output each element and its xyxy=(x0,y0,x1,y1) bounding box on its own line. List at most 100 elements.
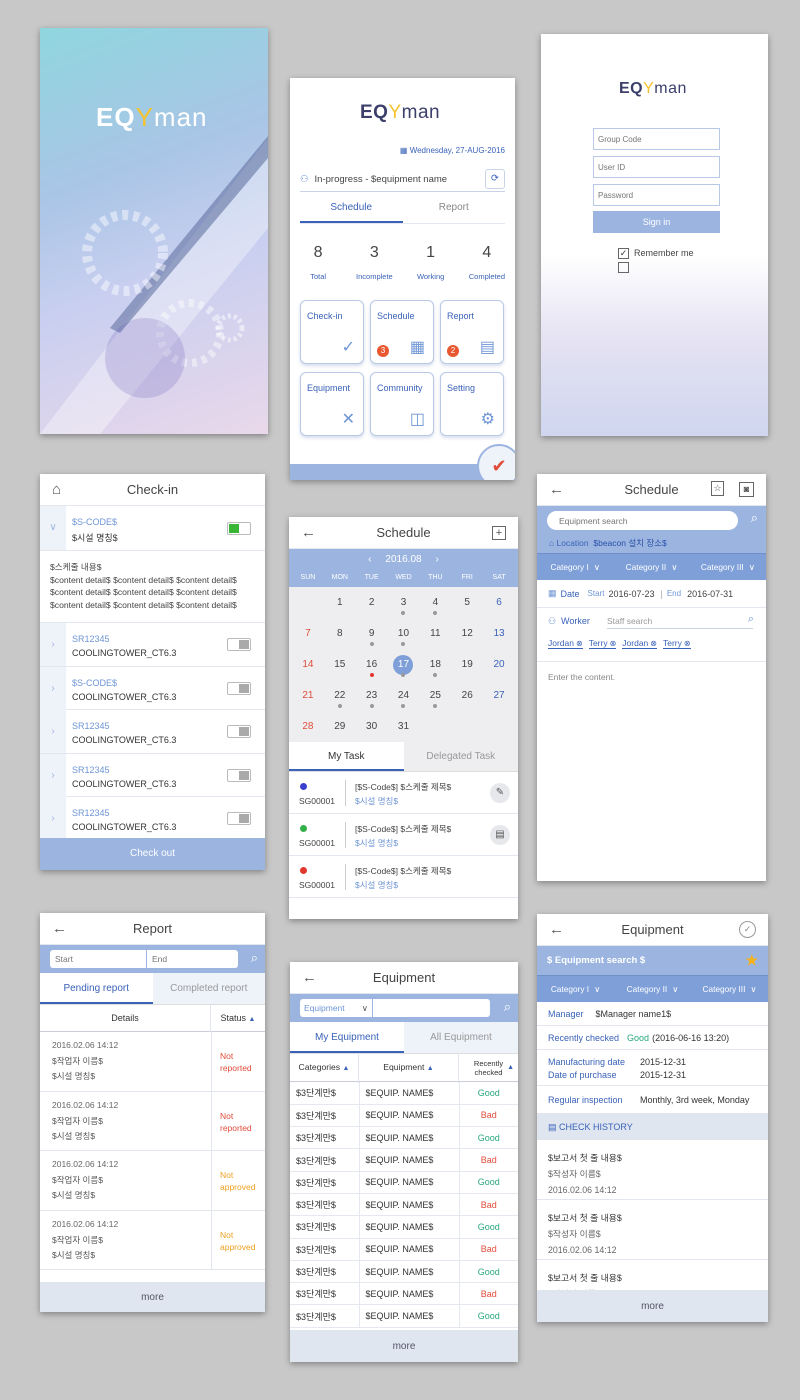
tile-schedule[interactable]: Schedule ▦ 3 xyxy=(370,300,434,364)
calendar-day[interactable]: 14 xyxy=(292,649,324,680)
more-button[interactable]: more xyxy=(40,1282,265,1312)
table-row[interactable]: $3단계만$ $EQUIP. NAME$ Good xyxy=(290,1215,518,1239)
worker-chip[interactable]: Terry ⊗ xyxy=(663,638,691,649)
staff-search-input[interactable]: Staff search xyxy=(607,616,753,629)
calendar-day[interactable]: 28 xyxy=(292,711,324,742)
camera-icon[interactable]: ◙ xyxy=(739,482,754,497)
tab-report[interactable]: Report xyxy=(403,202,506,223)
task-item[interactable]: SG00001 [$S-Code$] $스케줄 제목$ $시설 명칭$ ✎ xyxy=(289,772,518,814)
calendar-day[interactable]: 17 xyxy=(388,649,420,680)
table-row[interactable]: $3단계만$ $EQUIP. NAME$ Good xyxy=(290,1126,518,1150)
checkin-toggle-on[interactable] xyxy=(227,522,251,535)
checkin-list-item[interactable]: › SR12345 COOLINGTOWER_CT6.3 xyxy=(40,753,265,797)
remove-icon[interactable]: ⊗ xyxy=(650,639,657,648)
calendar-day[interactable]: 11 xyxy=(419,618,451,649)
calendar-day[interactable]: 16 xyxy=(356,649,388,680)
checkin-list-item[interactable]: › SR12345 COOLINGTOWER_CT6.3 xyxy=(40,710,265,754)
calendar-day[interactable]: 12 xyxy=(451,618,483,649)
calendar-day[interactable]: 29 xyxy=(324,711,356,742)
calendar-day[interactable]: 4 xyxy=(419,587,451,618)
table-row[interactable]: $3단계만$ $EQUIP. NAME$ Bad xyxy=(290,1104,518,1128)
table-row[interactable]: $3단계만$ $EQUIP. NAME$ Good xyxy=(290,1304,518,1328)
group-code-input[interactable] xyxy=(593,128,720,150)
calendar-day[interactable]: 7 xyxy=(292,618,324,649)
back-arrow-icon[interactable]: ← xyxy=(549,921,564,938)
check-circle-icon[interactable]: ✓ xyxy=(739,921,756,938)
search-icon[interactable]: ⌕ xyxy=(751,510,758,526)
calendar-day[interactable]: 26 xyxy=(451,680,483,711)
col-recently-checked[interactable]: Recently checked ▲ xyxy=(459,1059,518,1077)
calendar-day[interactable]: 10 xyxy=(388,618,420,649)
col-details[interactable]: Details xyxy=(40,1004,211,1032)
checkin-expanded-row[interactable]: ∨ $S-CODE$ $시설 명칭$ xyxy=(40,506,265,551)
add-icon[interactable]: + xyxy=(492,526,506,540)
calendar-day[interactable]: 24 xyxy=(388,680,420,711)
tab-schedule[interactable]: Schedule xyxy=(300,202,403,223)
tile-setting[interactable]: Setting ⚙ xyxy=(440,372,504,436)
start-date-input[interactable] xyxy=(50,950,146,968)
table-row[interactable]: $3단계만$ $EQUIP. NAME$ Bad xyxy=(290,1193,518,1217)
equipment-search-label[interactable]: $ Equipment search $ xyxy=(547,955,645,966)
calendar-day[interactable]: 15 xyxy=(324,649,356,680)
calendar-day[interactable]: 21 xyxy=(292,680,324,711)
tab-my-task[interactable]: My Task xyxy=(289,742,404,771)
equipment-select[interactable]: Equipment ∨ xyxy=(300,999,372,1017)
tile-report[interactable]: Report ▤ 2 xyxy=(440,300,504,364)
calendar-day[interactable]: 9 xyxy=(356,618,388,649)
back-arrow-icon[interactable]: ← xyxy=(301,524,316,541)
remove-icon[interactable]: ⊗ xyxy=(610,639,617,648)
report-row[interactable]: 2016.02.06 14:12 $작업자 이름$ $시설 명칭$ Not repor… xyxy=(40,1032,265,1092)
end-date-input[interactable] xyxy=(147,950,238,968)
fab-check-button[interactable]: ✔ xyxy=(477,444,515,480)
task-item[interactable]: SG00001 [$S-Code$] $스케줄 제목$ $시설 명칭$ xyxy=(289,856,518,898)
category-select[interactable]: Category III ∨ xyxy=(690,554,766,580)
end-date[interactable]: 2016-07-31 xyxy=(687,589,733,599)
back-arrow-icon[interactable]: ← xyxy=(52,920,67,937)
report-row[interactable]: 2016.02.06 14:12 $작업자 이름$ $시설 명칭$ Not repor… xyxy=(40,1091,265,1151)
back-arrow-icon[interactable]: ← xyxy=(549,481,564,498)
equipment-search-input[interactable] xyxy=(373,999,490,1017)
remove-icon[interactable]: ⊗ xyxy=(576,639,583,648)
report-row[interactable]: 2016.02.06 14:12 $작업자 이름$ $시설 명칭$ Not appro… xyxy=(40,1210,265,1270)
tile-community[interactable]: Community ◫ xyxy=(370,372,434,436)
calendar-day[interactable]: 6 xyxy=(483,587,515,618)
calendar-day[interactable]: 13 xyxy=(483,618,515,649)
col-equipment[interactable]: Equipment ▲ xyxy=(359,1052,459,1083)
category-select[interactable]: Category I ∨ xyxy=(537,554,613,580)
refresh-icon[interactable]: ⟳ xyxy=(485,169,505,189)
calendar-day[interactable]: 25 xyxy=(419,680,451,711)
calendar-day[interactable]: 3 xyxy=(388,587,420,618)
history-item[interactable]: $보고서 첫 줄 내용$ $작성자 이름$ 2016.02.06 14:12 xyxy=(537,1140,768,1200)
search-icon[interactable]: ⌕ xyxy=(748,613,754,626)
calendar-day[interactable]: 8 xyxy=(324,618,356,649)
calendar-day[interactable]: 30 xyxy=(356,711,388,742)
signin-button[interactable]: Sign in xyxy=(593,211,720,233)
checkin-toggle[interactable] xyxy=(227,768,251,782)
home-icon[interactable]: ⌂ xyxy=(52,481,61,498)
user-id-input[interactable] xyxy=(593,156,720,178)
tile-equipment[interactable]: Equipment ✕ xyxy=(300,372,364,436)
checkin-toggle[interactable] xyxy=(227,812,251,825)
calendar-day[interactable]: 18 xyxy=(419,649,451,680)
star-icon[interactable]: ★ xyxy=(745,946,758,975)
password-input[interactable] xyxy=(593,184,720,206)
worker-chip[interactable]: Jordan ⊗ xyxy=(548,638,583,649)
calendar-day[interactable]: 19 xyxy=(451,649,483,680)
tab-completed-report[interactable]: Completed report xyxy=(153,973,266,1004)
equipment-search-input[interactable] xyxy=(547,511,738,530)
calendar-day[interactable]: 31 xyxy=(388,711,420,742)
note-icon[interactable]: ▤ xyxy=(490,825,510,845)
edit-icon[interactable]: ✎ xyxy=(490,783,510,803)
col-status[interactable]: Status ▲ xyxy=(211,1013,265,1023)
calendar-day[interactable]: 27 xyxy=(483,680,515,711)
worker-chip[interactable]: Terry ⊗ xyxy=(588,638,617,649)
col-categories[interactable]: Categories ▲ xyxy=(290,1052,359,1083)
calendar-day[interactable]: 2 xyxy=(356,587,388,618)
checkin-list-item[interactable]: › SR12345 COOLINGTOWER_CT6.3 xyxy=(40,797,265,841)
search-icon[interactable]: ⌕ xyxy=(504,999,511,1015)
report-row[interactable]: 2016.02.06 14:12 $작업자 이름$ $시설 명칭$ Not appro… xyxy=(40,1151,265,1211)
history-item[interactable]: $보고서 첫 줄 내용$ $작성자 이름$ 2016.02.06 14:12 xyxy=(537,1200,768,1260)
search-icon[interactable]: ⌕ xyxy=(251,950,258,966)
table-row[interactable]: $3단계만$ $EQUIP. NAME$ Good xyxy=(290,1260,518,1284)
category-select[interactable]: Category II ∨ xyxy=(613,554,689,580)
